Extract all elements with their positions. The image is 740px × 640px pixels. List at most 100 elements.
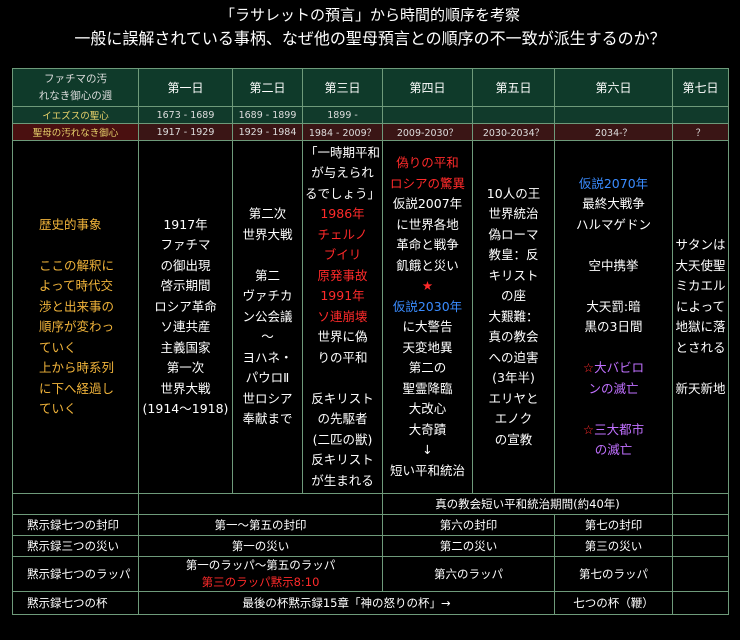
text-line: 真の教会 (488, 329, 539, 345)
sacred-heart-cell (554, 106, 673, 124)
text-line: 啓示期間 (160, 278, 211, 293)
bowls-empty (672, 591, 729, 615)
text-line: 革命と戦争 (396, 237, 459, 252)
text-line: ていく (39, 401, 77, 416)
text-line (555, 235, 672, 256)
immaculate-heart-label: 聖母の汚れなき御心 (12, 123, 139, 141)
text-line: 世界大戦 (160, 380, 211, 396)
text-line: 世界統治 (488, 206, 539, 222)
day-1-header: 第一日 (138, 68, 233, 107)
header-row: ファチマの汚 れなき御心の週 第一日 第二日 第三日 第四日 第五日 第六日 第… (12, 68, 729, 107)
text-line: ここの解釈に (39, 257, 115, 273)
text-line: 第二次 (248, 206, 287, 222)
immaculate-heart-cell: 1984 - 2009？ (302, 123, 383, 141)
day-4-hypothesis: 仮説2030年 (392, 298, 463, 314)
sacred-heart-label: イエズスの聖心 (12, 106, 139, 124)
events-label-gap (39, 235, 138, 256)
events-label-title: 歴史的事象 (39, 216, 102, 232)
header-corner: ファチマの汚 れなき御心の週 (12, 68, 139, 107)
sacred-heart-cell: 1899 - (302, 106, 383, 124)
text-line: 短い平和統治 (389, 462, 465, 478)
trumpets-range: 第一のラッパ〜第五のラッパ (185, 558, 336, 572)
text-line: 1917年 (163, 216, 208, 232)
day-3-quote: 「一時期平和 が与えられ るでしょう」 (303, 143, 382, 205)
sacred-heart-cell: 1673 - 1689 (138, 106, 233, 124)
day-6-cities-line2: の滅亡 (594, 442, 633, 457)
bowls-label: 黙示録七つの杯 (12, 591, 139, 615)
text-line: 仮説2007年 (392, 196, 463, 211)
text-line: ヴァチカ (242, 288, 293, 304)
peace-empty-span (138, 493, 383, 515)
text-line: 第二の (408, 360, 447, 375)
text-line: ↓ (422, 442, 433, 457)
day-2-events: 第二次 世界大戦 第二 ヴァチカ ン公会議〜ヨハネ・ パウロⅡ 世ロシア 奉献まで (232, 140, 303, 494)
immaculate-heart-cell: ？ (672, 123, 729, 141)
trumpets-label: 黙示録七つのラッパ (12, 556, 139, 592)
page-title-line2: 一般に誤解されている事柄、なぜ他の聖母預言との順序の不一致が派生するのか？ (74, 29, 666, 48)
day-5-events: 10人の王 世界統治 偽ローマ 教皇：反 キリスト の座 大艱難： 真の教会 への迫害 (3年半)… (472, 140, 555, 494)
day-4-header: 第四日 (382, 68, 473, 107)
text-line: 大天使聖 (675, 257, 726, 273)
immaculate-heart-cell: 2009-2030？ (382, 123, 473, 141)
woes-first: 第一の災い (138, 535, 383, 557)
text-line: 空中携挙 (588, 257, 639, 273)
day-4-lines-b: に大警告 天変地異 第二の 聖霊降臨 大改心 大奇蹟 ↓ 短い平和統治 (383, 317, 472, 481)
star-icon: ★ (421, 278, 434, 293)
peace-empty (12, 493, 139, 515)
sacred-heart-row: イエズスの聖心 1673 - 1689 1689 - 1899 1899 - (12, 106, 729, 124)
day-6-gap (555, 399, 672, 420)
text-line (555, 338, 672, 359)
text-line: 世界大戦 (242, 226, 293, 242)
text-line: 「一時期平和 (304, 144, 380, 160)
trumpets-row: 黙示録七つのラッパ 第一のラッパ〜第五のラッパ 第三のラッパ黙示8:10 第六の… (12, 556, 729, 592)
text-line: チェルノ (317, 226, 368, 242)
text-line: ヨハネ・ (242, 349, 293, 365)
text-line: エリヤと (488, 390, 539, 406)
text-line: キリスト (488, 267, 539, 283)
woes-second: 第二の災い (382, 535, 555, 557)
day-6-hypothesis: 仮説2070年 (578, 175, 649, 191)
text-line: ロシア革命 (154, 298, 217, 314)
day-7-lines: サタンは 大天使聖 ミカエル によって 地獄に落 とされる 新天新地 (673, 235, 728, 399)
text-line: 飢餓と災い (396, 257, 459, 273)
text-line: 上から時系列 (39, 360, 115, 375)
text-line: ソ連崩壊 (317, 308, 368, 324)
text-line: 〜 (261, 329, 274, 345)
day-5-lines: 10人の王 世界統治 偽ローマ 教皇：反 キリスト の座 大艱難： 真の教会 への迫害 (3年半)… (473, 184, 554, 451)
day-6-babylon-line2: ンの滅亡 (588, 380, 639, 396)
day-6-lines: 最終大戦争 ハルマゲドン 空中携挙 大天罰:暗 黒の3日間 (555, 194, 672, 358)
text-line: (1914〜1918) (142, 401, 229, 416)
text-line (303, 368, 382, 389)
text-line: 地獄に落 (675, 319, 726, 334)
text-line: 世界に偽 (317, 329, 368, 345)
text-line: 世ロシア (242, 390, 293, 406)
day-6-babylon-line1: ☆大バビロ (555, 358, 672, 379)
text-line: ロシアの驚異 (389, 175, 465, 191)
text-line: 教皇：反 (488, 247, 539, 263)
historical-events-row: 歴史的事象 ここの解釈に よって時代交 渉と出来事の 順序が変わっ ていく 上から時系列に… (12, 140, 729, 494)
day-1-events: 1917年 ファチマ の御出現 啓示期間 ロシア革命 ソ連共産 主義国家 第一次 世界大戦 (19… (138, 140, 233, 494)
events-label-body: ここの解釈に よって時代交 渉と出来事の 順序が変わっ ていく 上から時系列 に下へ経過して… (39, 256, 138, 420)
peace-row: 真の教会短い平和統治期間(約40年) (12, 493, 729, 515)
day-2-lines: 第二次 世界大戦 第二 ヴァチカ ン公会議〜ヨハネ・ パウロⅡ 世ロシア 奉献まで (233, 204, 302, 430)
day-3-events: 「一時期平和 が与えられ るでしょう」 1986年 チェルノ ブイリ 原発事故 1991年ソ… (302, 140, 383, 494)
trumpets-seventh: 第七のラッパ (554, 556, 673, 592)
cities-text: 三大都市 (594, 421, 645, 437)
text-line (673, 358, 728, 379)
text-line: によって (675, 298, 725, 314)
text-line: の座 (500, 288, 526, 304)
text-line: ファチマ (160, 237, 211, 252)
day-4-red-events: 偽りの平和 ロシアの驚異 (383, 153, 472, 194)
text-line: に下へ経過し (39, 380, 115, 396)
text-line: 10人の王 (486, 185, 541, 201)
day-1-lines: 1917年 ファチマ の御出現 啓示期間 ロシア革命 ソ連共産 主義国家 第一次 世界大戦 (19… (139, 215, 232, 420)
text-line (233, 245, 302, 266)
text-line: ン公会議 (242, 308, 293, 324)
day-2-header: 第二日 (232, 68, 303, 107)
text-line: ソ連共産 (160, 319, 211, 334)
day-3-header: 第三日 (302, 68, 383, 107)
text-line: エノク (494, 411, 533, 427)
text-line: パウロⅡ (245, 370, 290, 386)
day-6-events: 仮説2070年 最終大戦争 ハルマゲドン 空中携挙 大天罰:暗 黒の3日間 ☆大バビ… (554, 140, 673, 494)
page-title-line1: 「ラサレットの預言」から時間的順序を考察 (219, 6, 520, 24)
